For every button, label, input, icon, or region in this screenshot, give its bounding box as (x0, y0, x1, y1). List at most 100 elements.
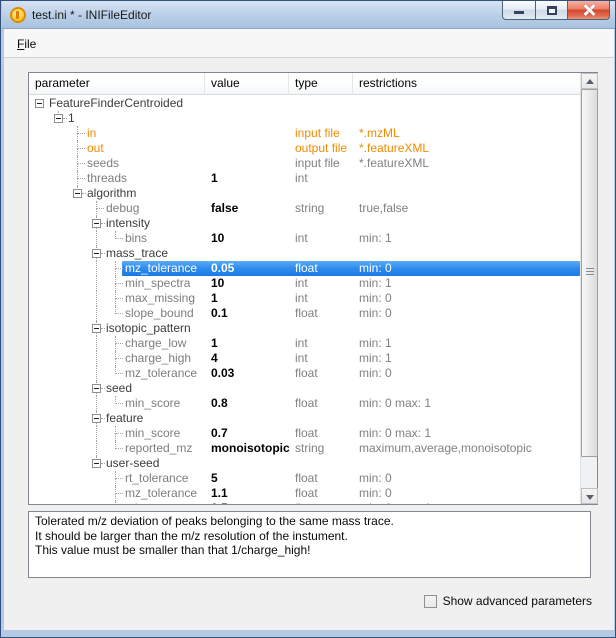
param-restrictions: min: 0 max: 1 (359, 396, 431, 411)
param-name: min_score (125, 396, 180, 411)
close-icon (583, 4, 595, 16)
tree-row-charge_low[interactable]: charge_low1intmin: 1 (29, 336, 580, 351)
minimize-button[interactable] (502, 1, 535, 20)
scrollbar-thumb[interactable] (581, 89, 598, 457)
tree-row-in[interactable]: ininput file*.mzML (29, 126, 580, 141)
tree-row-isotopic_pattern[interactable]: isotopic_pattern (29, 321, 580, 336)
param-value: false (211, 201, 238, 216)
show-advanced-label[interactable]: Show advanced parameters (443, 594, 592, 608)
tree-row-min_spectra[interactable]: min_spectra10intmin: 1 (29, 276, 580, 291)
param-name: in (87, 126, 96, 141)
tree-connector-line (115, 434, 116, 441)
tree-connector-line (115, 493, 123, 494)
tree-guide-line (96, 351, 97, 366)
param-value: 0.8 (211, 396, 228, 411)
tree-row-min_score[interactable]: min_score0.5floatmin: 0 max: 1 (29, 501, 580, 504)
tree-row-max_missing[interactable]: max_missing1intmin: 0 (29, 291, 580, 306)
tree-row-min_score[interactable]: min_score0.7floatmin: 0 max: 1 (29, 426, 580, 441)
param-name: FeatureFinderCentroided (49, 96, 183, 111)
param-type: int (295, 291, 308, 306)
param-name: seeds (87, 156, 119, 171)
scroll-up-icon (586, 79, 594, 84)
column-header-restrictions[interactable]: restrictions (353, 73, 580, 95)
param-name: slope_bound (125, 306, 194, 321)
collapse-expander-icon[interactable] (73, 189, 82, 198)
scrollbar-up-button[interactable] (581, 73, 598, 89)
tree-row-user-seed[interactable]: user-seed (29, 456, 580, 471)
param-restrictions: *.featureXML (359, 141, 429, 156)
column-header-value[interactable]: value (205, 73, 289, 95)
collapse-expander-icon[interactable] (92, 219, 101, 228)
collapse-expander-icon[interactable] (92, 459, 101, 468)
collapse-expander-icon[interactable] (54, 114, 63, 123)
tree-guide-line (96, 396, 97, 411)
collapse-expander-icon[interactable] (92, 249, 101, 258)
tree-row-1[interactable]: 1 (29, 111, 580, 126)
tree-row-charge_high[interactable]: charge_high4intmin: 1 (29, 351, 580, 366)
menubar: File (4, 29, 614, 58)
tree-connector-line (115, 501, 116, 504)
param-name: charge_high (125, 351, 191, 366)
menu-file[interactable]: File (10, 34, 43, 54)
param-type: float (295, 501, 318, 504)
tree-row-threads[interactable]: threads1int (29, 171, 580, 186)
collapse-expander-icon[interactable] (92, 384, 101, 393)
param-name: debug (106, 201, 139, 216)
param-type: int (295, 171, 308, 186)
collapse-expander-icon[interactable] (35, 99, 44, 108)
param-name: threads (87, 171, 127, 186)
tree-guide-line (96, 426, 97, 441)
show-advanced-checkbox[interactable] (424, 595, 437, 608)
vertical-scrollbar[interactable] (580, 73, 597, 504)
tree-row-feature[interactable]: feature (29, 411, 580, 426)
param-value: 0.05 (211, 261, 234, 276)
column-header-type[interactable]: type (289, 73, 353, 95)
maximize-button[interactable] (535, 1, 568, 20)
tree-row-out[interactable]: outoutput file*.featureXML (29, 141, 580, 156)
tree-connector-line (115, 358, 123, 359)
param-name: isotopic_pattern (106, 321, 191, 336)
description-line: Tolerated m/z deviation of peaks belongi… (35, 514, 584, 529)
tree-row-seeds[interactable]: seedsinput file*.featureXML (29, 156, 580, 171)
titlebar[interactable]: test.ini * - INIFileEditor (2, 1, 616, 29)
tree-row-reported_mz[interactable]: reported_mzmonoisotopicstringmaximum,ave… (29, 441, 580, 456)
param-name: intensity (106, 216, 150, 231)
description-panel: Tolerated m/z deviation of peaks belongi… (28, 511, 591, 578)
tree-connector-line (96, 208, 104, 209)
collapse-expander-icon[interactable] (92, 324, 101, 333)
param-value: monoisotopic (211, 441, 290, 456)
tree-row-mass_trace[interactable]: mass_trace (29, 246, 580, 261)
tree-row-min_score[interactable]: min_score0.8floatmin: 0 max: 1 (29, 396, 580, 411)
tree-connector-line (77, 164, 78, 171)
tree-row-algorithm[interactable]: algorithm (29, 186, 580, 201)
tree-row-seed[interactable]: seed (29, 381, 580, 396)
param-type: float (295, 486, 318, 501)
tree-row-mz_tolerance[interactable]: mz_tolerance0.03floatmin: 0 (29, 366, 580, 381)
tree-row-mz_tolerance[interactable]: mz_tolerance0.05floatmin: 0 (29, 261, 580, 276)
param-restrictions: min: 0 (359, 366, 392, 381)
collapse-expander-icon[interactable] (92, 414, 101, 423)
tree-row-rt_tolerance[interactable]: rt_tolerance5floatmin: 0 (29, 471, 580, 486)
tree-guide-line (96, 336, 97, 351)
param-restrictions: min: 0 (359, 306, 392, 321)
tree-row-intensity[interactable]: intensity (29, 216, 580, 231)
param-restrictions: maximum,average,monoisotopic (359, 441, 532, 456)
tree-row-FeatureFinderCentroided[interactable]: FeatureFinderCentroided (29, 96, 580, 111)
param-value: 0.03 (211, 366, 234, 381)
tree-row-mz_tolerance[interactable]: mz_tolerance1.1floatmin: 0 (29, 486, 580, 501)
param-type: float (295, 306, 318, 321)
tree-connector-line (77, 179, 78, 186)
tree-connector-line (82, 193, 86, 194)
window-title: test.ini * - INIFileEditor (32, 8, 151, 22)
tree-row-debug[interactable]: debugfalsestringtrue,false (29, 201, 580, 216)
param-name: 1 (68, 111, 75, 126)
param-type: int (295, 276, 308, 291)
tree-row-bins[interactable]: bins10intmin: 1 (29, 231, 580, 246)
column-header-parameter[interactable]: parameter (29, 73, 205, 95)
minimize-icon (514, 11, 524, 14)
tree-connector-line (101, 463, 105, 464)
scrollbar-down-button[interactable] (581, 488, 598, 504)
tree-connector-line (115, 479, 116, 486)
tree-row-slope_bound[interactable]: slope_bound0.1floatmin: 0 (29, 306, 580, 321)
close-button[interactable] (568, 1, 610, 20)
